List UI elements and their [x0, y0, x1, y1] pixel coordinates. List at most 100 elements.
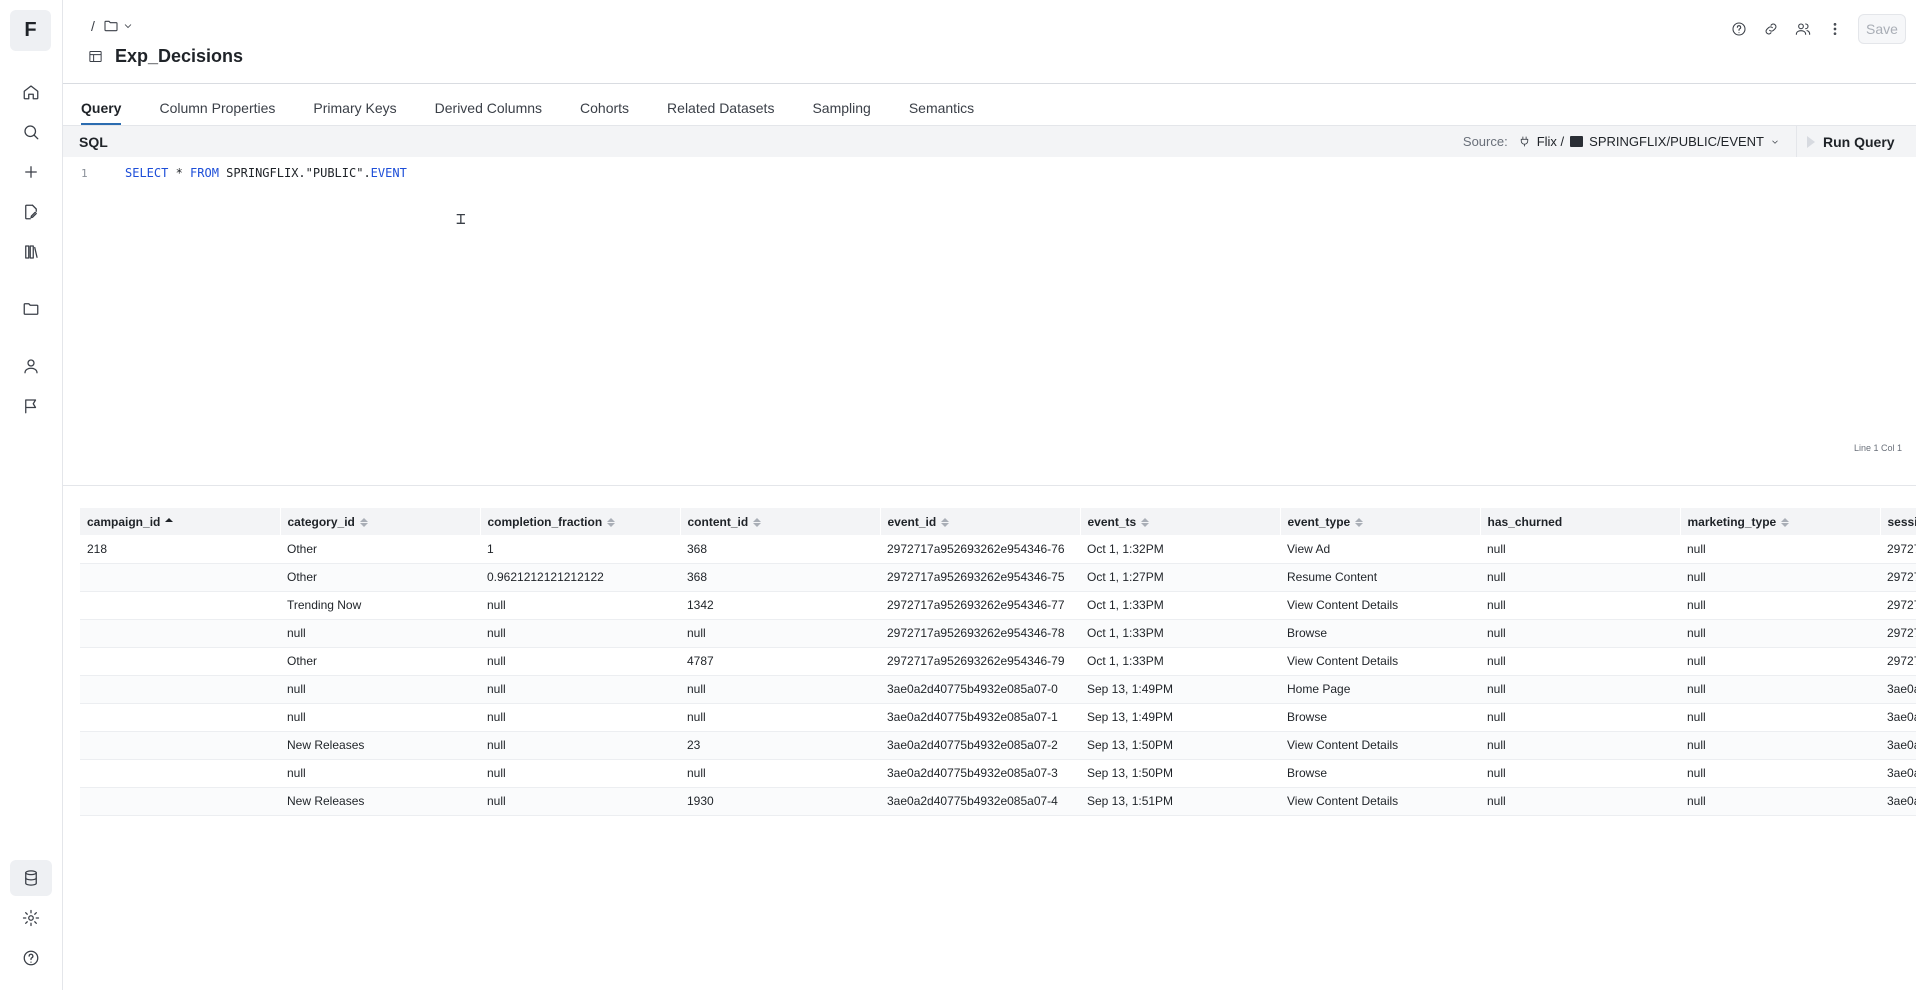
flask-icon[interactable]: [10, 234, 52, 270]
table-cell: 1930: [680, 787, 880, 816]
tab-column-properties[interactable]: Column Properties: [159, 100, 275, 125]
table-cell: 29727: [1880, 563, 1916, 592]
more-vertical-icon[interactable]: [1826, 20, 1844, 38]
table-cell: View Content Details: [1280, 591, 1480, 620]
tab-cohorts[interactable]: Cohorts: [580, 100, 629, 125]
page-header: / Exp_Decisions Save: [63, 0, 1916, 84]
table-cell: Resume Content: [1280, 563, 1480, 592]
sort-icon[interactable]: [607, 517, 616, 527]
sql-editor[interactable]: 1 SELECT * FROM SPRINGFLIX."PUBLIC".EVEN…: [63, 157, 1916, 457]
table-cell: 3ae0a2d40775b4932e085a07-2: [880, 731, 1080, 760]
link-icon[interactable]: [1762, 20, 1780, 38]
table-cell: null: [680, 619, 880, 648]
sql-code-line[interactable]: SELECT * FROM SPRINGFLIX."PUBLIC".EVENT: [125, 166, 407, 180]
help-circle-icon[interactable]: [1730, 20, 1748, 38]
sort-icon[interactable]: [359, 517, 368, 527]
table-cell: Sep 13, 1:51PM: [1080, 787, 1280, 816]
tab-sampling[interactable]: Sampling: [812, 100, 870, 125]
save-button[interactable]: Save: [1858, 14, 1906, 44]
table-cell: Sep 13, 1:50PM: [1080, 731, 1280, 760]
table-row[interactable]: null null null 3ae0a2d40775b4932e085a07-1 Se…: [80, 703, 1916, 732]
table-row[interactable]: New Releases null 23 3ae0a2d40775b4932e085a…: [80, 731, 1916, 760]
tab-primary-keys[interactable]: Primary Keys: [313, 100, 396, 125]
plus-icon[interactable]: [10, 154, 52, 190]
chevron-down-icon[interactable]: [122, 20, 134, 32]
column-header-campaign-id[interactable]: campaign_id: [80, 508, 281, 535]
table-cell: View Content Details: [1280, 647, 1480, 676]
tab-query[interactable]: Query: [81, 100, 122, 125]
table-cell: null: [480, 619, 680, 648]
flag-icon[interactable]: [10, 388, 52, 424]
home-icon[interactable]: [10, 74, 52, 110]
sort-icon[interactable]: [1141, 517, 1150, 527]
table-cell: 2972717a952693262e954346-79: [880, 647, 1080, 676]
text-cursor-icon: ⌶: [456, 209, 466, 228]
table-cell: null: [480, 591, 680, 620]
table-row[interactable]: null null null 2972717a952693262e954346-78 O…: [80, 619, 1916, 648]
help-icon[interactable]: [10, 940, 52, 976]
user-icon[interactable]: [10, 348, 52, 384]
table-cell: 3ae0a: [1880, 703, 1916, 732]
column-header-event-type[interactable]: event_type: [1280, 508, 1481, 535]
column-header-event-id[interactable]: event_id: [880, 508, 1081, 535]
table-cell: Browse: [1280, 703, 1480, 732]
app-logo[interactable]: F: [10, 10, 51, 51]
folder-icon[interactable]: [103, 18, 134, 34]
table-cell: 3ae0a2d40775b4932e085a07-1: [880, 703, 1080, 732]
column-header-category-id[interactable]: category_id: [280, 508, 481, 535]
table-row[interactable]: null null null 3ae0a2d40775b4932e085a07-0 Se…: [80, 675, 1916, 704]
table-cell: 218: [80, 535, 280, 564]
column-header-label: event_id: [887, 514, 937, 529]
database-icon[interactable]: [10, 860, 52, 896]
table-row[interactable]: Trending Now null 1342 2972717a952693262e95…: [80, 591, 1916, 620]
sort-ascending-icon[interactable]: [165, 517, 174, 527]
table-cell: Oct 1, 1:33PM: [1080, 647, 1280, 676]
sort-icon[interactable]: [1355, 517, 1364, 527]
column-header-has-churned[interactable]: has_churned: [1480, 508, 1681, 535]
table-row[interactable]: 218 Other 1 368 2972717a952693262e954346-76 O…: [80, 535, 1916, 564]
tab-semantics[interactable]: Semantics: [909, 100, 974, 125]
column-header-event-ts[interactable]: event_ts: [1080, 508, 1281, 535]
table-cell: null: [1680, 619, 1880, 648]
column-header-label: sessi: [1887, 514, 1916, 529]
table-row[interactable]: New Releases null 1930 3ae0a2d40775b4932e08…: [80, 787, 1916, 816]
table-cell: null: [480, 675, 680, 704]
table-row[interactable]: Other null 4787 2972717a952693262e954346-79…: [80, 647, 1916, 676]
table-cell: Oct 1, 1:32PM: [1080, 535, 1280, 564]
table-row[interactable]: null null null 3ae0a2d40775b4932e085a07-3 Se…: [80, 759, 1916, 788]
cursor-position: Line 1 Col 1: [1853, 443, 1902, 453]
table-cell: 2972717a952693262e954346-76: [880, 535, 1080, 564]
table-cell: 2972717a952693262e954346-75: [880, 563, 1080, 592]
column-header-content-id[interactable]: content_id: [680, 508, 881, 535]
search-icon[interactable]: [10, 114, 52, 150]
table-row[interactable]: Other 0.9621212121212122 368 2972717a952693…: [80, 563, 1916, 592]
table-cell: 0.9621212121212122: [480, 563, 680, 592]
page-title: Exp_Decisions: [115, 46, 244, 66]
gear-icon[interactable]: [10, 900, 52, 936]
sort-icon[interactable]: [941, 517, 950, 527]
folder-icon[interactable]: [10, 291, 52, 327]
sort-icon[interactable]: [753, 517, 762, 527]
table-cell: 3ae0a: [1880, 787, 1916, 816]
column-header-sessi[interactable]: sessi: [1880, 508, 1916, 535]
left-nav-rail: F: [0, 0, 63, 990]
edit-file-icon[interactable]: [10, 194, 52, 230]
table-cell: null: [280, 619, 480, 648]
table-cell: null: [480, 731, 680, 760]
column-header-completion-fraction[interactable]: completion_fraction: [480, 508, 681, 535]
run-query-button[interactable]: Run Query: [1796, 126, 1916, 157]
column-header-label: category_id: [287, 514, 355, 529]
table-cell: 29727: [1880, 647, 1916, 676]
breadcrumb: /: [91, 18, 134, 34]
source-selector[interactable]: Source: Flix / SPRINGFLIX/PUBLIC/EVENT: [1463, 126, 1780, 157]
table-cell: null: [1480, 703, 1680, 732]
panel-divider[interactable]: [63, 485, 1916, 486]
tab-related-datasets[interactable]: Related Datasets: [667, 100, 774, 125]
column-header-marketing-type[interactable]: marketing_type: [1680, 508, 1881, 535]
sql-keyword-from: FROM: [190, 166, 219, 180]
sort-icon[interactable]: [1781, 517, 1790, 527]
tab-derived-columns[interactable]: Derived Columns: [435, 100, 542, 125]
users-icon[interactable]: [1794, 20, 1812, 38]
table-cell: null: [1680, 731, 1880, 760]
table-cell: null: [1680, 787, 1880, 816]
